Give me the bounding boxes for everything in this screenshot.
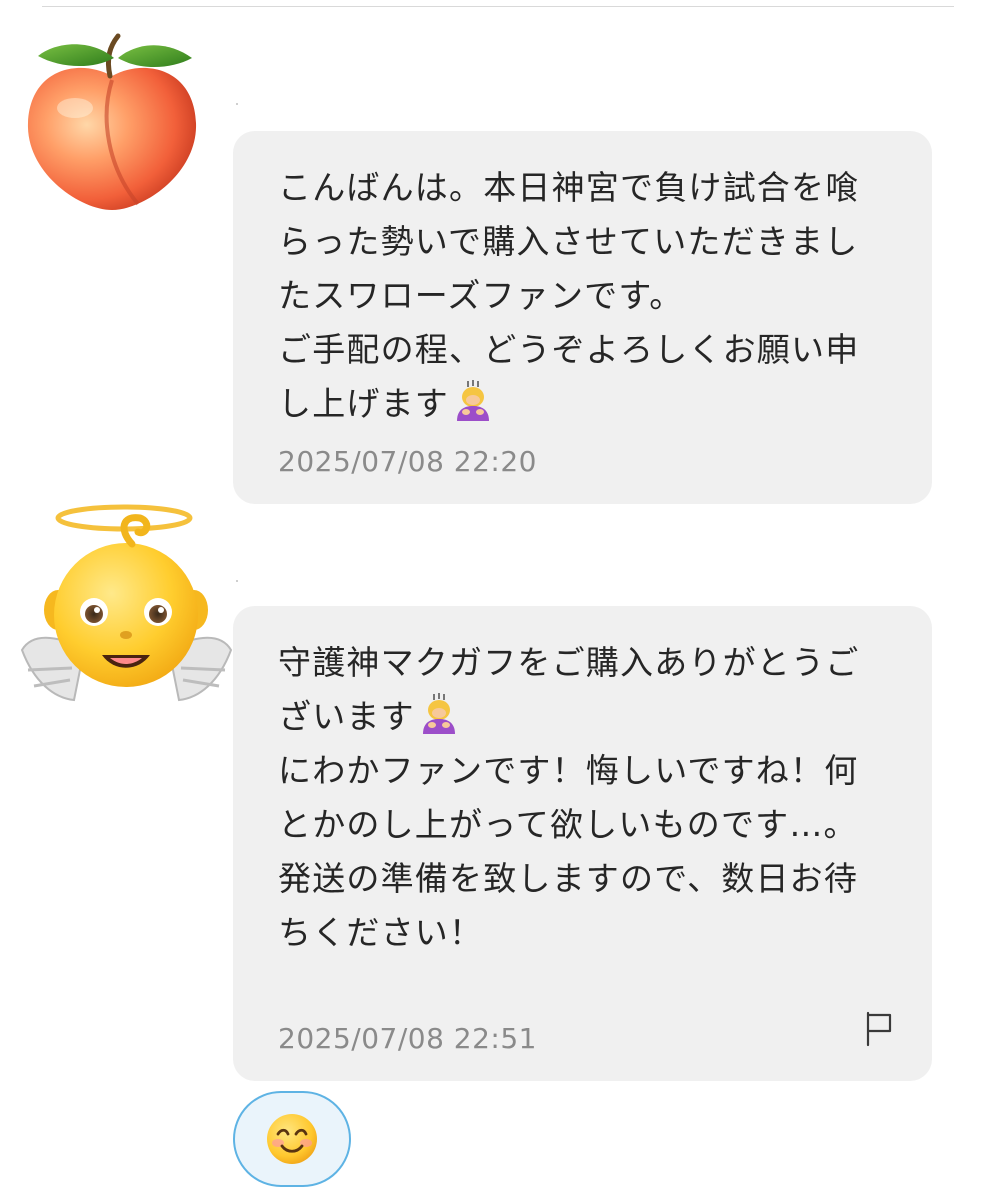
top-divider — [42, 6, 954, 7]
message-text: こんばんは。本日神宮で負け試合を喰らった勢いで購入させていただきましたスワローズ… — [278, 161, 878, 431]
woman-bowing-icon — [457, 380, 489, 421]
separator-dot — [236, 103, 238, 105]
smiling-face-with-smiling-eyes-icon — [267, 1114, 317, 1164]
message-timestamp: 2025/07/08 22:20 — [278, 445, 537, 478]
baby-angel-emoji-icon[interactable] — [14, 500, 239, 715]
flag-icon[interactable] — [864, 1011, 894, 1047]
message-body: 守護神マクガフをご購入ありがとうございます — [278, 643, 860, 736]
reaction-button[interactable] — [233, 1091, 351, 1187]
message-body: こんばんは。本日神宮で負け試合を喰らった勢いで購入させていただきましたスワローズ… — [278, 168, 860, 423]
message-timestamp: 2025/07/08 22:51 — [278, 1022, 537, 1055]
message-bubble: こんばんは。本日神宮で負け試合を喰らった勢いで購入させていただきましたスワローズ… — [233, 131, 932, 504]
message-bubble: 守護神マクガフをご購入ありがとうございます にわかファンです！悔しいですね！何と… — [233, 606, 932, 1081]
woman-bowing-icon — [422, 693, 455, 734]
message-text: 守護神マクガフをご購入ありがとうございます にわかファンです！悔しいですね！何と… — [278, 636, 878, 960]
message-body: にわかファンです！悔しいですね！何とかのし上がって欲しいものです…。 発送の準備… — [278, 751, 859, 952]
peach-emoji-icon[interactable] — [20, 28, 205, 213]
